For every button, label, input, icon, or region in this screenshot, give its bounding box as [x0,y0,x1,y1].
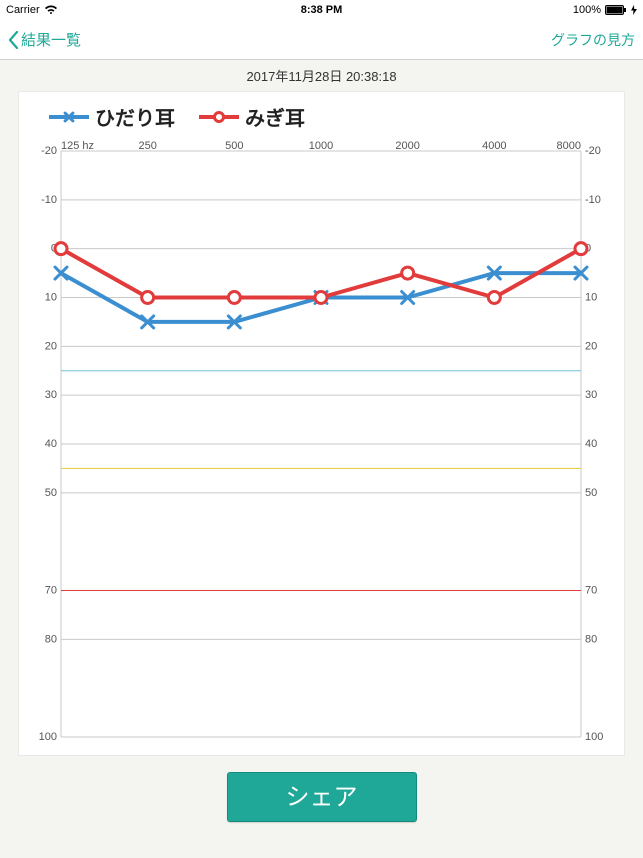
svg-text:100: 100 [39,731,57,743]
legend-right-label: みぎ耳 [245,102,305,131]
svg-text:50: 50 [585,487,597,499]
svg-text:70: 70 [585,585,597,597]
svg-text:-10: -10 [585,194,601,206]
status-time: 8:38 PM [301,4,343,16]
chart-card: ひだり耳 みぎ耳 -20-20-10-100010102020303040405… [18,91,625,756]
svg-text:500: 500 [225,140,243,152]
svg-text:70: 70 [45,585,57,597]
content-area: 2017年11月28日 20:38:18 ひだり耳 みぎ耳 -20 -20 -10 -… [0,60,643,858]
charging-icon [631,5,637,15]
svg-text:125 hz: 125 hz [61,140,94,152]
svg-text:10: 10 [585,292,597,304]
svg-text:10: 10 [45,292,57,304]
svg-text:30: 30 [585,389,597,401]
battery-percent: 100% [573,4,601,16]
svg-text:80: 80 [45,633,57,645]
audiogram-chart: -20-20-10-100010102020303040405050707080… [31,137,612,747]
svg-text:20: 20 [45,340,57,352]
svg-text:1000: 1000 [309,140,333,152]
svg-text:8000: 8000 [557,140,581,152]
x-marker-icon [62,110,76,124]
svg-text:2000: 2000 [395,140,419,152]
svg-text:100: 100 [585,731,603,743]
status-bar: Carrier 8:38 PM 100% [0,0,643,20]
chevron-left-icon [8,31,19,49]
svg-text:80: 80 [585,633,597,645]
carrier-label: Carrier [6,4,40,16]
svg-text:4000: 4000 [482,140,506,152]
svg-text:-10: -10 [41,194,57,206]
legend-right-ear: みぎ耳 [199,102,305,131]
svg-text:20: 20 [585,340,597,352]
svg-text:40: 40 [585,438,597,450]
svg-text:250: 250 [138,140,156,152]
wifi-icon [44,5,58,15]
legend: ひだり耳 みぎ耳 [19,102,624,137]
svg-text:40: 40 [45,438,57,450]
o-marker-icon [213,111,225,123]
legend-left-label: ひだり耳 [95,102,175,131]
svg-text:30: 30 [45,389,57,401]
svg-text:50: 50 [45,487,57,499]
svg-text:-20: -20 [585,145,601,157]
back-button[interactable]: 結果一覧 [8,29,81,50]
svg-text:-20: -20 [41,145,57,157]
battery-icon [605,5,627,15]
legend-left-ear: ひだり耳 [49,102,175,131]
nav-bar: 結果一覧 グラフの見方 [0,20,643,60]
back-label: 結果一覧 [21,29,81,50]
share-button[interactable]: シェア [227,772,417,822]
chart-help-button[interactable]: グラフの見方 [551,30,635,50]
result-timestamp: 2017年11月28日 20:38:18 [18,60,625,91]
